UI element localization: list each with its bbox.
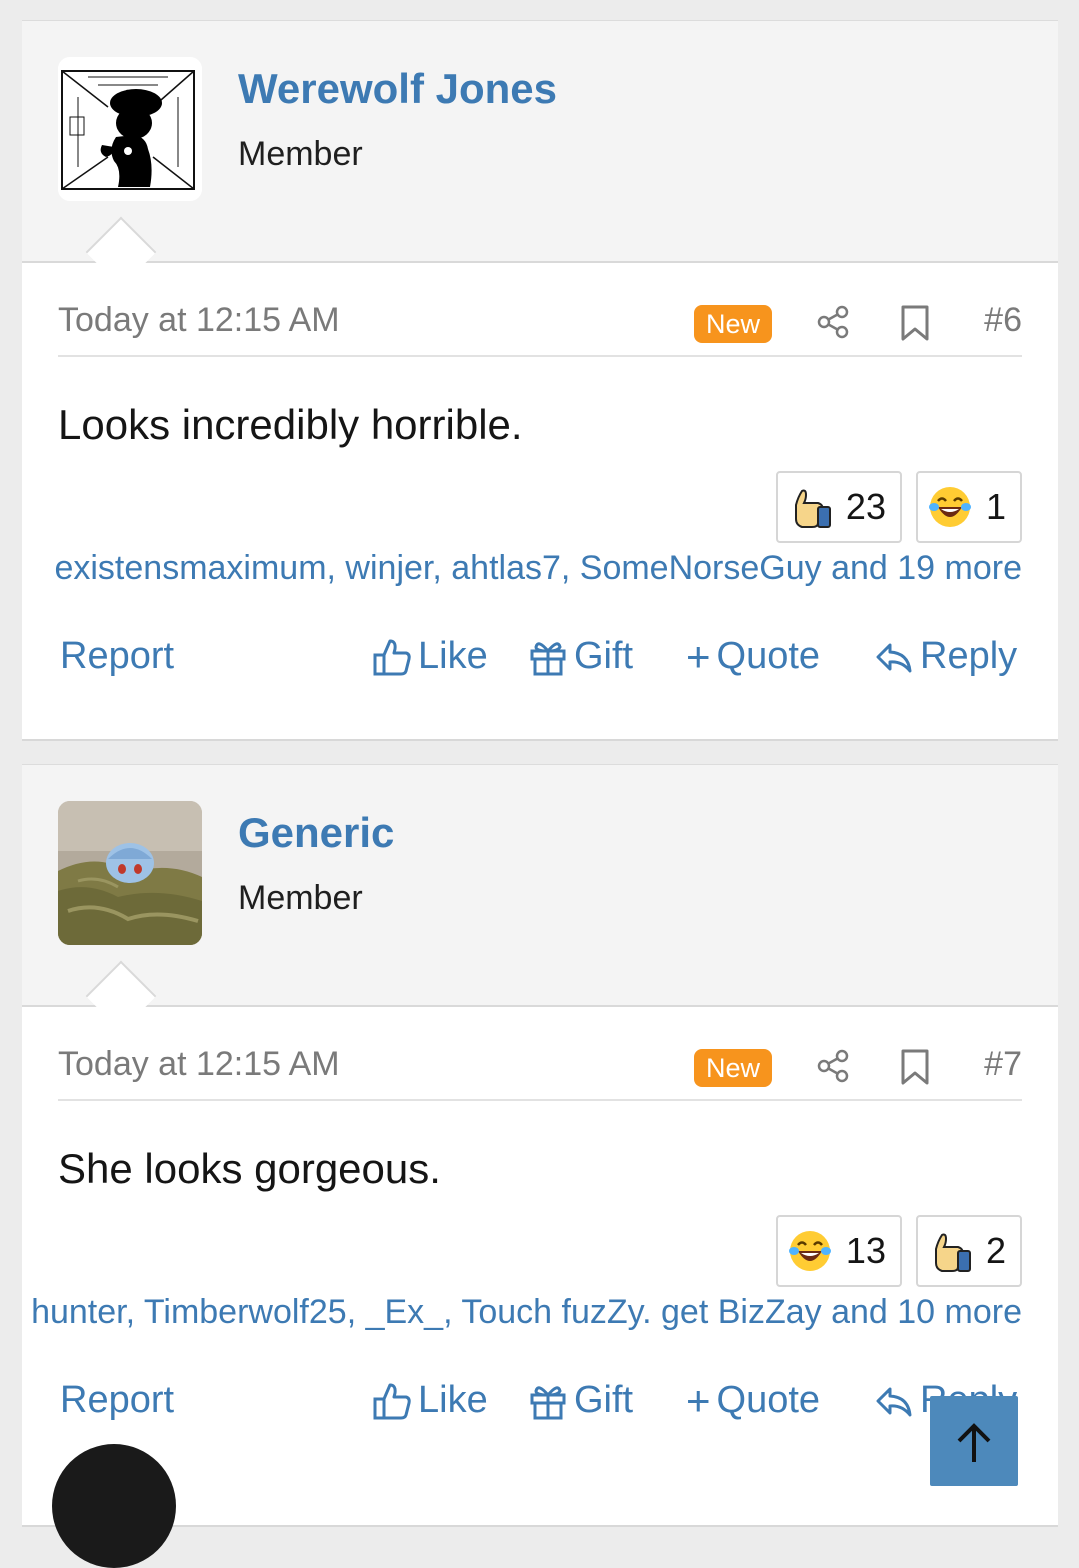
avatar-generic[interactable] [58,801,202,945]
next-post-avatar[interactable] [52,1444,176,1568]
reaction-count: 23 [845,486,886,527]
report-button[interactable]: Report [60,1379,174,1422]
thumbs-up-outline-icon [373,639,411,675]
post-body: She looks gorgeous. [58,1145,441,1192]
user-role: Member [238,879,363,917]
gift-icon [530,641,566,675]
post-6: Werewolf Jones Member Today at 12:15 AM … [22,20,1058,741]
post-body: Looks incredibly horrible. [58,401,523,448]
reaction-summary: 13 2 [775,1215,1022,1287]
thumbs-up-outline-icon [373,1383,411,1419]
gift-label: Gift [574,635,634,677]
post-meta: Today at 12:15 AM New #6 [58,301,1022,357]
quote-button[interactable]: + Quote [686,635,820,678]
reaction-haha[interactable]: 1 [915,471,1022,543]
like-label: Like [418,635,488,677]
reaction-count: 1 [985,486,1006,527]
quote-label: Quote [716,1379,821,1421]
gift-label: Gift [574,1379,634,1421]
reactors-list[interactable]: existensmaximum, winjer, ahtlas7, SomeNo… [54,549,1022,588]
laughing-emoji-icon [928,487,971,527]
thumbs-up-icon [934,1233,971,1272]
post-meta: Today at 12:15 AM New #7 [58,1045,1022,1101]
arrow-up-icon [957,1423,991,1462]
user-role: Member [238,135,363,173]
plus-icon: + [686,632,711,680]
like-button[interactable]: Like [372,635,488,678]
reaction-count: 13 [845,1230,886,1271]
username[interactable]: Generic [238,809,394,857]
reply-arrow-icon [876,643,912,672]
share-icon[interactable] [816,305,850,339]
post-number[interactable]: #7 [984,1045,1022,1084]
reply-label: Reply [920,635,1018,677]
reply-arrow-icon [876,1387,912,1416]
laughing-emoji-icon [788,1231,831,1271]
report-button[interactable]: Report [60,635,174,678]
post-timestamp[interactable]: Today at 12:15 AM [58,301,340,340]
quote-button[interactable]: + Quote [686,1379,820,1422]
scroll-to-top-button[interactable] [930,1396,1018,1486]
reaction-haha[interactable]: 13 [775,1215,902,1287]
reaction-count: 2 [985,1230,1006,1271]
post-actions: Report Like Gift + Quote Reply [58,635,1022,685]
reply-button[interactable]: Reply [874,635,1017,678]
gift-button[interactable]: Gift [528,635,633,678]
post-timestamp[interactable]: Today at 12:15 AM [58,1045,340,1084]
post-actions: Report Like Gift + Quote Reply [58,1379,1022,1429]
quote-label: Quote [716,635,821,677]
bookmark-icon[interactable] [900,1049,930,1085]
post-number[interactable]: #6 [984,301,1022,340]
post-header: Generic Member [22,765,1058,1007]
post-header: Werewolf Jones Member [22,21,1058,263]
username[interactable]: Werewolf Jones [238,65,557,113]
thumbs-up-icon [794,489,831,528]
gift-button[interactable]: Gift [528,1379,633,1422]
like-button[interactable]: Like [372,1379,488,1422]
reaction-like[interactable]: 23 [775,471,902,543]
reaction-summary: 23 1 [775,471,1022,543]
reactors-list[interactable]: hunter, Timberwolf25, _Ex_, Touch fuzZy.… [31,1293,1022,1332]
avatar-werewolf-jones[interactable] [58,57,202,201]
plus-icon: + [686,1376,711,1424]
new-badge: New [693,1049,772,1087]
new-badge: New [693,305,772,343]
share-icon[interactable] [816,1049,850,1083]
reaction-like[interactable]: 2 [915,1215,1022,1287]
bookmark-icon[interactable] [900,305,930,341]
gift-icon [530,1385,566,1419]
like-label: Like [418,1379,488,1421]
post-7: Generic Member Today at 12:15 AM New #7 … [22,764,1058,1527]
